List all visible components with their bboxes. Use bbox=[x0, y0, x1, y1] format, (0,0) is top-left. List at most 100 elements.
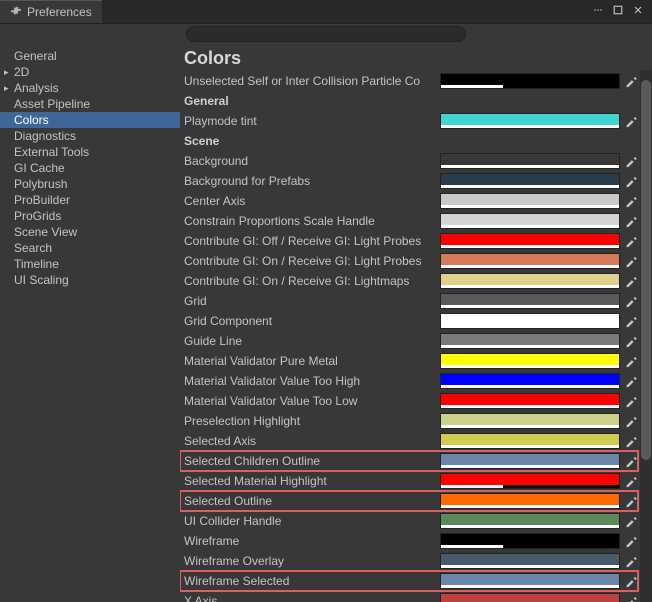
color-swatch[interactable] bbox=[440, 333, 620, 349]
eyedropper-icon[interactable] bbox=[624, 334, 638, 348]
expand-arrow-icon: ▸ bbox=[4, 83, 12, 94]
color-row: Guide Line bbox=[180, 331, 638, 351]
scrollbar[interactable] bbox=[640, 70, 652, 602]
color-swatch[interactable] bbox=[440, 433, 620, 449]
eyedropper-icon[interactable] bbox=[624, 494, 638, 508]
color-swatch[interactable] bbox=[440, 173, 620, 189]
color-swatch[interactable] bbox=[440, 453, 620, 469]
eyedropper-icon[interactable] bbox=[624, 594, 638, 602]
row-label: X Axis bbox=[184, 594, 440, 602]
color-swatch[interactable] bbox=[440, 193, 620, 209]
color-row: Wireframe Overlay bbox=[180, 551, 638, 571]
color-row: Material Validator Pure Metal bbox=[180, 351, 638, 371]
sidebar-item-label: Analysis bbox=[14, 81, 59, 95]
eyedropper-icon[interactable] bbox=[624, 274, 638, 288]
color-row: Background bbox=[180, 151, 638, 171]
eyedropper-icon[interactable] bbox=[624, 414, 638, 428]
color-row: X Axis bbox=[180, 591, 638, 602]
row-label: UI Collider Handle bbox=[184, 514, 440, 528]
color-swatch[interactable] bbox=[440, 593, 620, 602]
eyedropper-icon[interactable] bbox=[624, 454, 638, 468]
sidebar-item-asset-pipeline[interactable]: Asset Pipeline bbox=[0, 96, 180, 112]
row-label: Selected Axis bbox=[184, 434, 440, 448]
eyedropper-icon[interactable] bbox=[624, 174, 638, 188]
color-swatch[interactable] bbox=[440, 513, 620, 529]
sidebar-item-label: Search bbox=[14, 241, 52, 255]
color-swatch[interactable] bbox=[440, 473, 620, 489]
sidebar-item-label: Polybrush bbox=[14, 177, 67, 191]
eyedropper-icon[interactable] bbox=[624, 514, 638, 528]
row-label: Material Validator Pure Metal bbox=[184, 354, 440, 368]
eyedropper-icon[interactable] bbox=[624, 214, 638, 228]
sidebar-item-label: External Tools bbox=[14, 145, 89, 159]
eyedropper-icon[interactable] bbox=[624, 254, 638, 268]
eyedropper-icon[interactable] bbox=[624, 374, 638, 388]
color-swatch[interactable] bbox=[440, 393, 620, 409]
color-swatch[interactable] bbox=[440, 413, 620, 429]
eyedropper-icon[interactable] bbox=[624, 114, 638, 128]
popout-icon[interactable] bbox=[612, 4, 624, 19]
sidebar-item-polybrush[interactable]: Polybrush bbox=[0, 176, 180, 192]
color-swatch[interactable] bbox=[440, 213, 620, 229]
eyedropper-icon[interactable] bbox=[624, 474, 638, 488]
close-icon[interactable] bbox=[632, 4, 644, 19]
color-swatch[interactable] bbox=[440, 353, 620, 369]
sidebar-item-label: Asset Pipeline bbox=[14, 97, 90, 111]
sidebar-item-search[interactable]: Search bbox=[0, 240, 180, 256]
eyedropper-icon[interactable] bbox=[624, 234, 638, 248]
eyedropper-icon[interactable] bbox=[624, 554, 638, 568]
eyedropper-icon[interactable] bbox=[624, 534, 638, 548]
eyedropper-icon[interactable] bbox=[624, 154, 638, 168]
sidebar: General▸2D▸AnalysisAsset PipelineColorsD… bbox=[0, 44, 180, 602]
color-swatch[interactable] bbox=[440, 293, 620, 309]
sidebar-item-2d[interactable]: ▸2D bbox=[0, 64, 180, 80]
row-label: Unselected Self or Inter Collision Parti… bbox=[184, 74, 440, 88]
eyedropper-icon[interactable] bbox=[624, 354, 638, 368]
eyedropper-icon[interactable] bbox=[624, 294, 638, 308]
eyedropper-icon[interactable] bbox=[624, 434, 638, 448]
eyedropper-icon[interactable] bbox=[624, 394, 638, 408]
menu-icon[interactable] bbox=[592, 4, 604, 19]
row-label: Playmode tint bbox=[184, 114, 440, 128]
row-label: Grid Component bbox=[184, 314, 440, 328]
sidebar-item-label: Scene View bbox=[14, 225, 77, 239]
sidebar-item-gi-cache[interactable]: GI Cache bbox=[0, 160, 180, 176]
color-swatch[interactable] bbox=[440, 73, 620, 89]
color-swatch[interactable] bbox=[440, 153, 620, 169]
color-swatch[interactable] bbox=[440, 113, 620, 129]
scrollbar-thumb[interactable] bbox=[641, 80, 651, 460]
row-label: Preselection Highlight bbox=[184, 414, 440, 428]
eyedropper-icon[interactable] bbox=[624, 314, 638, 328]
sidebar-item-analysis[interactable]: ▸Analysis bbox=[0, 80, 180, 96]
sidebar-item-ui-scaling[interactable]: UI Scaling bbox=[0, 272, 180, 288]
sidebar-item-probuilder[interactable]: ProBuilder bbox=[0, 192, 180, 208]
sidebar-item-timeline[interactable]: Timeline bbox=[0, 256, 180, 272]
sidebar-item-colors[interactable]: Colors bbox=[0, 112, 180, 128]
sidebar-item-progrids[interactable]: ProGrids bbox=[0, 208, 180, 224]
color-swatch[interactable] bbox=[440, 493, 620, 509]
color-row: Contribute GI: Off / Receive GI: Light P… bbox=[180, 231, 638, 251]
color-swatch[interactable] bbox=[440, 273, 620, 289]
sidebar-item-label: Timeline bbox=[14, 257, 59, 271]
row-label: Selected Material Highlight bbox=[184, 474, 440, 488]
eyedropper-icon[interactable] bbox=[624, 574, 638, 588]
color-swatch[interactable] bbox=[440, 553, 620, 569]
sidebar-item-diagnostics[interactable]: Diagnostics bbox=[0, 128, 180, 144]
row-label: Grid bbox=[184, 294, 440, 308]
eyedropper-icon[interactable] bbox=[624, 74, 638, 88]
color-swatch[interactable] bbox=[440, 233, 620, 249]
sidebar-item-external-tools[interactable]: External Tools bbox=[0, 144, 180, 160]
sidebar-item-scene-view[interactable]: Scene View bbox=[0, 224, 180, 240]
color-swatch[interactable] bbox=[440, 313, 620, 329]
color-list: Unselected Self or Inter Collision Parti… bbox=[180, 71, 652, 602]
search-bar bbox=[0, 24, 652, 44]
color-row: Contribute GI: On / Receive GI: Light Pr… bbox=[180, 251, 638, 271]
color-swatch[interactable] bbox=[440, 373, 620, 389]
color-swatch[interactable] bbox=[440, 533, 620, 549]
sidebar-item-general[interactable]: General bbox=[0, 48, 180, 64]
color-swatch[interactable] bbox=[440, 253, 620, 269]
preferences-tab[interactable]: Preferences bbox=[0, 0, 102, 23]
search-input[interactable] bbox=[186, 26, 466, 42]
color-swatch[interactable] bbox=[440, 573, 620, 589]
eyedropper-icon[interactable] bbox=[624, 194, 638, 208]
